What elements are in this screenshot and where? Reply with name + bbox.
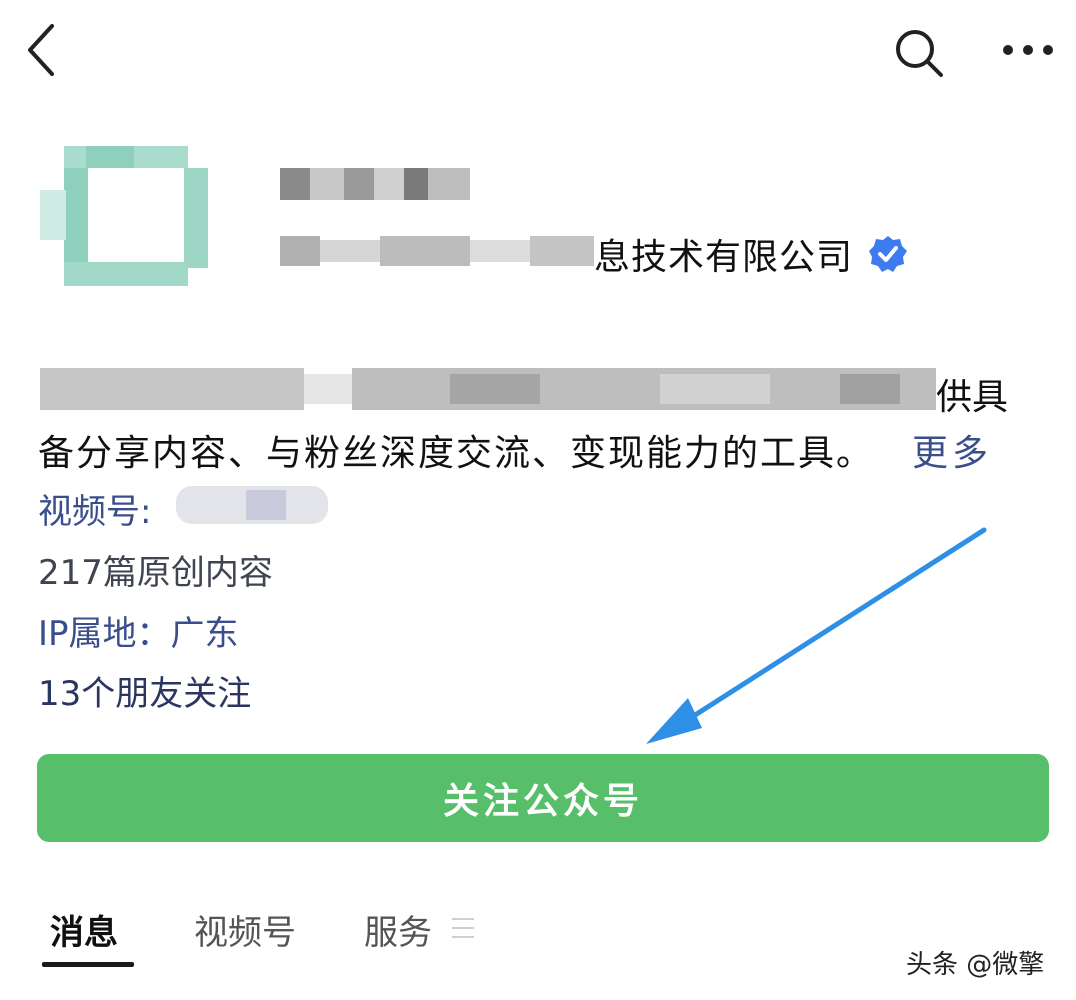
blurred-company-prefix xyxy=(280,236,594,268)
tab-channels[interactable]: 视频号 xyxy=(194,905,296,954)
tab-messages[interactable]: 消息 xyxy=(50,905,118,954)
annotation-arrow xyxy=(646,527,987,744)
active-tab-indicator xyxy=(42,962,134,967)
more-horizontal-icon xyxy=(1003,45,1053,55)
more-link[interactable]: 更多 xyxy=(912,424,992,476)
verified-badge-icon xyxy=(868,234,908,274)
watermark: 头条 @微擎 xyxy=(906,950,1045,980)
description-line2: 备分享内容、与粉丝深度交流、变现能力的工具。 xyxy=(38,433,875,474)
avatar[interactable] xyxy=(40,142,212,292)
friends-following[interactable]: 13个朋友关注 xyxy=(38,666,251,715)
description-line1-tail: 供具 xyxy=(936,377,1009,418)
follow-account-button[interactable]: 关注公众号 xyxy=(37,754,1049,842)
blurred-channel-name[interactable] xyxy=(176,482,328,528)
original-articles-count[interactable]: 217篇原创内容 xyxy=(38,545,273,594)
blurred-account-name xyxy=(280,168,470,210)
blurred-description xyxy=(40,366,936,412)
more-button[interactable] xyxy=(1000,36,1056,64)
search-button[interactable] xyxy=(893,27,945,79)
company-name: 息技术有限公司 xyxy=(594,237,854,278)
ip-location: IP属地：广东 xyxy=(38,614,239,654)
menu-icon xyxy=(452,918,474,938)
channel-label[interactable]: 视频号: xyxy=(38,484,151,533)
tab-services[interactable]: 服务 xyxy=(364,905,432,954)
search-icon xyxy=(896,30,943,77)
chevron-left-icon xyxy=(28,24,54,76)
back-button[interactable] xyxy=(22,22,62,78)
